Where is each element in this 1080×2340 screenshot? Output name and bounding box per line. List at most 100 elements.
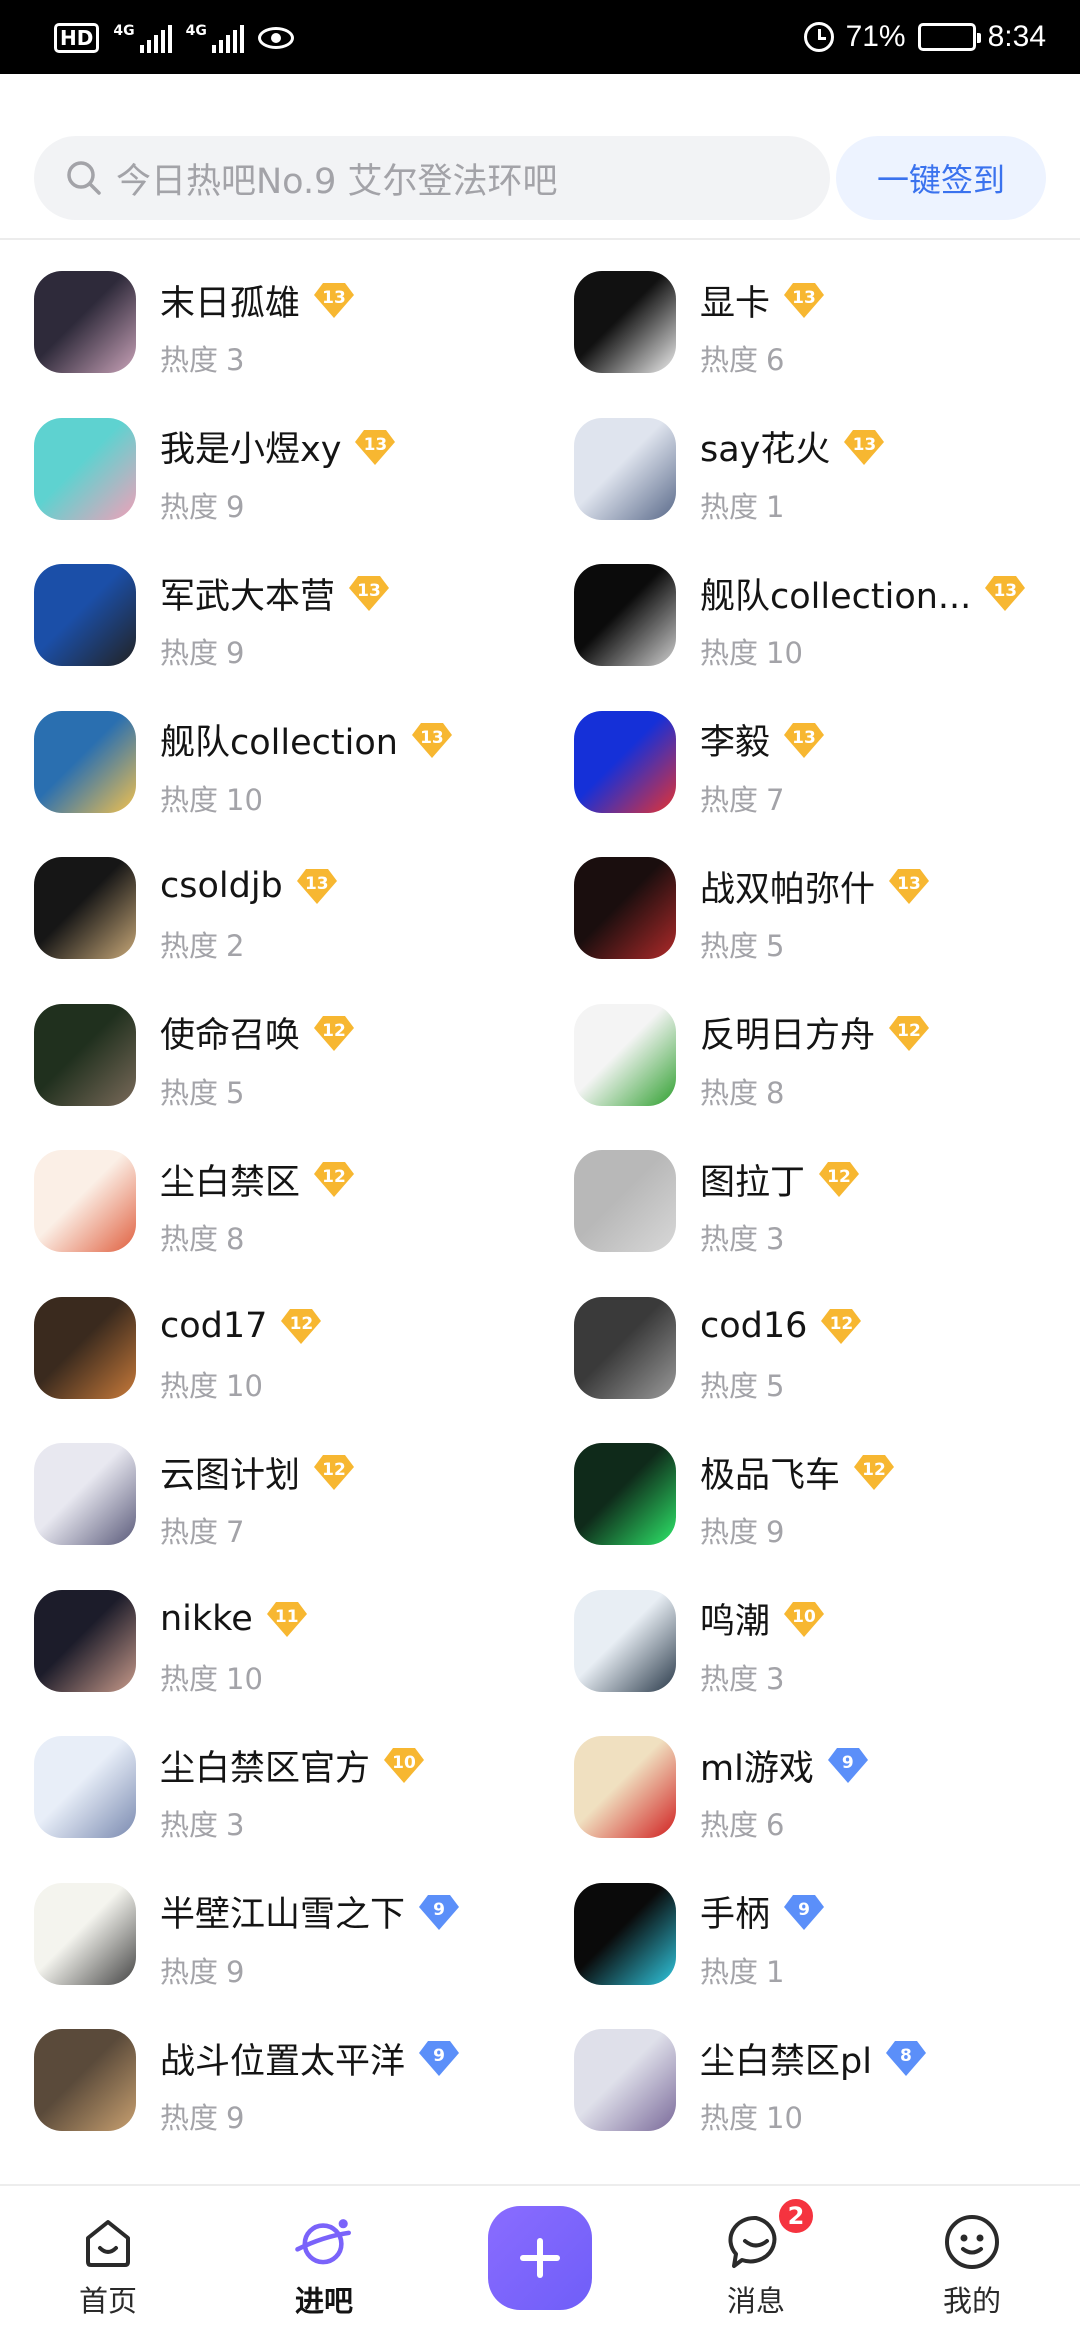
tab-enter[interactable]: 进吧 bbox=[244, 2186, 404, 2340]
forum-item[interactable]: csoldjb 13 热度 2 bbox=[0, 847, 540, 994]
forum-avatar[interactable] bbox=[34, 857, 136, 959]
forum-avatar[interactable] bbox=[574, 1296, 676, 1399]
tab-enter-label: 进吧 bbox=[294, 2284, 353, 2318]
forum-name[interactable]: 我是小煜xy bbox=[160, 421, 341, 472]
forum-name[interactable]: 云图计划 bbox=[160, 1447, 300, 1498]
forum-name[interactable]: 显卡 bbox=[700, 275, 770, 326]
forum-item[interactable]: 战斗位置太平洋 9 热度 9 bbox=[0, 2019, 540, 2166]
forum-avatar[interactable] bbox=[574, 1150, 676, 1252]
level-number: 13 bbox=[322, 288, 346, 308]
forum-name[interactable]: csoldjb bbox=[160, 866, 283, 906]
forum-item[interactable]: say花火 13 热度 1 bbox=[540, 408, 1080, 555]
forum-item[interactable]: 反明日方舟 12 热度 8 bbox=[540, 994, 1080, 1141]
forum-avatar[interactable] bbox=[34, 1150, 136, 1252]
forum-name[interactable]: 舰队collection bbox=[160, 714, 398, 765]
forum-name[interactable]: cod16 bbox=[700, 1306, 807, 1346]
forum-name[interactable]: 尘白禁区pl bbox=[700, 2033, 872, 2084]
search-bar[interactable]: 今日热吧No.9 艾尔登法环吧 bbox=[34, 136, 830, 220]
forum-avatar[interactable] bbox=[34, 1296, 136, 1399]
forum-item[interactable]: 显卡 13 热度 6 bbox=[540, 261, 1080, 408]
signal-icon-2: 4G bbox=[186, 23, 244, 53]
forum-item[interactable]: cod16 12 热度 5 bbox=[540, 1287, 1080, 1434]
forum-item[interactable]: 尘白禁区pl 8 热度 10 bbox=[540, 2019, 1080, 2166]
level-number: 12 bbox=[829, 1313, 854, 1334]
forum-avatar[interactable] bbox=[574, 857, 676, 959]
tab-mine[interactable]: 我的 bbox=[892, 2186, 1052, 2340]
forum-name[interactable]: 舰队collection... bbox=[700, 568, 971, 619]
forum-item[interactable]: ml游戏 9 热度 6 bbox=[540, 1726, 1080, 1873]
forum-avatar[interactable] bbox=[34, 417, 136, 520]
forum-name[interactable]: 战斗位置太平洋 bbox=[160, 2033, 405, 2084]
forum-name[interactable]: ml游戏 bbox=[700, 1740, 814, 1791]
forum-name[interactable]: 手柄 bbox=[700, 1886, 770, 1937]
forum-item[interactable]: 尘白禁区 12 热度 8 bbox=[0, 1140, 540, 1287]
heat-label: 热度 bbox=[700, 343, 759, 377]
forum-avatar[interactable] bbox=[574, 1589, 676, 1692]
forum-item[interactable]: 极品飞车 12 热度 9 bbox=[540, 1433, 1080, 1580]
forum-item[interactable]: 我是小煜xy 13 热度 9 bbox=[0, 408, 540, 555]
forum-item[interactable]: nikke 11 热度 10 bbox=[0, 1580, 540, 1727]
forum-avatar[interactable] bbox=[574, 1882, 676, 1985]
level-number: 13 bbox=[792, 727, 816, 748]
forum-avatar[interactable] bbox=[34, 2029, 136, 2131]
forum-name[interactable]: 军武大本营 bbox=[160, 568, 335, 619]
forum-item[interactable]: 尘白禁区官方 10 热度 3 bbox=[0, 1726, 540, 1873]
forum-avatar[interactable] bbox=[574, 1003, 676, 1106]
forum-avatar[interactable] bbox=[574, 2029, 676, 2131]
one-click-signin-button[interactable]: 一键签到 bbox=[836, 136, 1046, 220]
forum-name[interactable]: 使命召唤 bbox=[160, 1007, 300, 1058]
forum-avatar[interactable] bbox=[34, 271, 136, 373]
forum-name[interactable]: 极品飞车 bbox=[700, 1447, 840, 1498]
forum-avatar[interactable] bbox=[574, 710, 676, 813]
forum-avatar[interactable] bbox=[34, 564, 136, 666]
forum-avatar[interactable] bbox=[34, 1882, 136, 1985]
forum-avatar[interactable] bbox=[574, 417, 676, 520]
forum-item[interactable]: cod17 12 热度 10 bbox=[0, 1287, 540, 1434]
forum-avatar[interactable] bbox=[574, 1443, 676, 1545]
forum-name[interactable]: 末日孤雄 bbox=[160, 275, 300, 326]
forum-name[interactable]: 战双帕弥什 bbox=[700, 861, 875, 912]
forum-avatar[interactable] bbox=[34, 1443, 136, 1545]
forum-item[interactable]: 舰队collection 13 热度 10 bbox=[0, 701, 540, 848]
forum-item[interactable]: 末日孤雄 13 热度 3 bbox=[0, 261, 540, 408]
forum-name[interactable]: nikke bbox=[160, 1599, 253, 1639]
level-badge-icon: 9 bbox=[417, 2038, 461, 2078]
heat-label: 热度 bbox=[700, 782, 759, 817]
forum-avatar[interactable] bbox=[34, 1736, 136, 1838]
forum-item[interactable]: 舰队collection... 13 热度 10 bbox=[540, 554, 1080, 701]
level-badge-icon: 13 bbox=[353, 427, 397, 467]
forum-item[interactable]: 军武大本营 13 热度 9 bbox=[0, 554, 540, 701]
forum-avatar[interactable] bbox=[34, 710, 136, 813]
forum-item[interactable]: 李毅 13 热度 7 bbox=[540, 701, 1080, 848]
forum-avatar[interactable] bbox=[34, 1003, 136, 1106]
forum-item[interactable]: 图拉丁 12 热度 3 bbox=[540, 1140, 1080, 1287]
heat-text: 热度 9 bbox=[700, 1509, 1070, 1551]
forum-item[interactable]: 使命召唤 12 热度 5 bbox=[0, 994, 540, 1141]
forum-avatar[interactable] bbox=[574, 1736, 676, 1838]
forum-item[interactable]: 手柄 9 热度 1 bbox=[540, 1873, 1080, 2020]
forum-item[interactable]: 鸣潮 10 热度 3 bbox=[540, 1580, 1080, 1727]
forum-name[interactable]: cod17 bbox=[160, 1306, 267, 1346]
heat-text: 热度 7 bbox=[160, 1509, 530, 1551]
forum-name[interactable]: 李毅 bbox=[700, 714, 770, 765]
forum-list[interactable]: 末日孤雄 13 热度 3 显卡 13 热度 6 我是小煜xy 13 热度 9 say花火 13 热度 1 军武大… bbox=[0, 240, 1080, 2184]
forum-name[interactable]: 半壁江山雪之下 bbox=[160, 1886, 405, 1937]
forum-avatar[interactable] bbox=[574, 271, 676, 373]
new-post-button[interactable] bbox=[488, 2206, 592, 2310]
heat-label: 热度 bbox=[160, 2101, 219, 2135]
forum-name[interactable]: 尘白禁区 bbox=[160, 1154, 300, 1205]
forum-name[interactable]: say花火 bbox=[700, 421, 830, 472]
forum-name-row: 军武大本营 13 bbox=[160, 568, 530, 618]
forum-avatar[interactable] bbox=[574, 564, 676, 666]
tab-home[interactable]: 首页 bbox=[28, 2186, 188, 2340]
forum-item[interactable]: 半壁江山雪之下 9 热度 9 bbox=[0, 1873, 540, 2020]
forum-name[interactable]: 尘白禁区官方 bbox=[160, 1740, 370, 1791]
forum-item[interactable]: 战双帕弥什 13 热度 5 bbox=[540, 847, 1080, 994]
forum-item[interactable]: 云图计划 12 热度 7 bbox=[0, 1433, 540, 1580]
forum-name[interactable]: 鸣潮 bbox=[700, 1593, 770, 1644]
forum-name[interactable]: 反明日方舟 bbox=[700, 1007, 875, 1058]
forum-name[interactable]: 图拉丁 bbox=[700, 1154, 805, 1205]
heat-value: 2 bbox=[226, 929, 245, 963]
forum-avatar[interactable] bbox=[34, 1589, 136, 1692]
heat-value: 5 bbox=[766, 929, 785, 963]
